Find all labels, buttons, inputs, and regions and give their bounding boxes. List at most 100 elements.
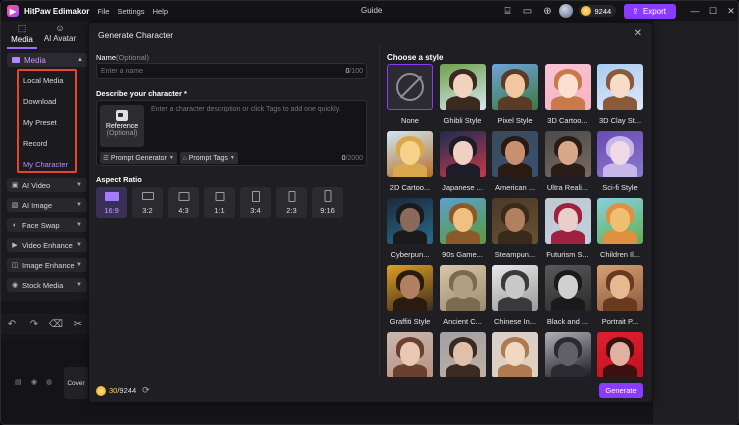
style-thumbnail xyxy=(597,64,643,110)
style-option[interactable] xyxy=(439,332,486,377)
sidebar-cat-video-enhance[interactable]: ▶ Video Enhance ▼ xyxy=(7,238,87,252)
user-avatar[interactable] xyxy=(559,4,574,18)
sidebar-item-record[interactable]: Record xyxy=(23,139,47,148)
generate-button[interactable]: Generate xyxy=(599,383,643,398)
style-option[interactable]: Chinese In... xyxy=(492,265,538,326)
cat-label: Video Enhance xyxy=(22,240,73,250)
tab-ai-avatar[interactable]: ☺ AI Avatar xyxy=(43,23,77,43)
ratio-2-3[interactable]: 2:3 xyxy=(276,187,307,218)
style-option[interactable] xyxy=(492,332,538,377)
close-window-icon[interactable]: ✕ xyxy=(722,6,738,17)
reference-upload-button[interactable]: Reference (Optional) xyxy=(100,105,144,147)
style-thumbnail xyxy=(544,265,591,311)
description-textarea[interactable]: Reference (Optional) Enter a character d… xyxy=(96,100,367,166)
sidebar-cat-ai-image[interactable]: ▧ AI Image ▼ xyxy=(7,198,87,212)
style-label: Ultra Reali... xyxy=(546,183,589,192)
style-option[interactable]: Graffiti Style xyxy=(387,265,433,326)
style-option[interactable]: American ... xyxy=(492,131,538,192)
redo-icon[interactable]: ↷ xyxy=(23,319,45,330)
style-option[interactable] xyxy=(544,332,591,377)
style-option[interactable]: Steampun... xyxy=(492,198,538,259)
sidebar-item-my-preset[interactable]: My Preset xyxy=(23,118,57,127)
style-option[interactable]: Pixel Style xyxy=(492,64,538,125)
style-label: 3D Clay St... xyxy=(598,116,642,125)
style-option[interactable]: Ghibli Style xyxy=(439,64,486,125)
style-option[interactable]: Ancient C... xyxy=(439,265,486,326)
feedback-icon[interactable]: ▭ xyxy=(519,3,535,19)
sidebar-cat-face-swap[interactable]: ◐ Face Swap ▼ xyxy=(7,218,87,232)
ratio-label: 16:9 xyxy=(104,206,119,215)
divider xyxy=(379,45,380,375)
style-option[interactable]: Japanese ... xyxy=(439,131,486,192)
style-option[interactable]: Portrait P... xyxy=(597,265,643,326)
track-visible-icon[interactable]: ◉ xyxy=(31,378,37,386)
sidebar-item-download[interactable]: Download xyxy=(23,97,56,106)
track-audio-icon[interactable]: ◍ xyxy=(46,378,52,386)
style-option[interactable]: Children Il... xyxy=(597,198,643,259)
cover-button[interactable]: Cover xyxy=(64,367,88,399)
prompt-tags-button[interactable]: ⌂ Prompt Tags ▼ xyxy=(179,152,238,164)
track-lock-icon[interactable]: ▤ xyxy=(15,378,22,386)
menu-settings[interactable]: Settings xyxy=(117,7,144,16)
menu-help[interactable]: Help xyxy=(153,7,168,16)
style-label: Portrait P... xyxy=(601,317,639,326)
maximize-icon[interactable]: ☐ xyxy=(704,6,722,17)
ratio-1-1[interactable]: 1:1 xyxy=(204,187,235,218)
sidebar-cat-stock-media[interactable]: ◉ Stock Media ▼ xyxy=(7,278,87,292)
style-option[interactable]: 3D Clay St... xyxy=(597,64,643,125)
prompt-generator-icon: ☰ xyxy=(103,155,109,162)
style-option[interactable]: Futurism S... xyxy=(544,198,591,259)
sidebar-item-my-character[interactable]: My Character xyxy=(23,160,68,169)
credits-count: 9244 xyxy=(594,6,612,16)
ratio-3-4[interactable]: 3:4 xyxy=(240,187,271,218)
thumbnail-body xyxy=(498,230,532,244)
refresh-icon[interactable]: ⟳ xyxy=(142,385,150,396)
style-option[interactable]: Sci-fi Style xyxy=(597,131,643,192)
menu-file[interactable]: File xyxy=(97,7,109,16)
ratio-4-3[interactable]: 4:3 xyxy=(168,187,199,218)
sidebar-cat-ai-video[interactable]: ▣ AI Video ▼ xyxy=(7,178,87,192)
export-button[interactable]: ⇪ Export xyxy=(624,3,676,19)
download-icon[interactable]: ⊕ xyxy=(539,3,555,19)
style-label: Steampun... xyxy=(494,250,536,259)
name-input[interactable]: Enter a name 0/100 xyxy=(96,63,367,79)
ratio-3-2[interactable]: 3:2 xyxy=(132,187,163,218)
guide-link[interactable]: Guide xyxy=(361,6,382,15)
prompt-tags-label: Prompt Tags xyxy=(188,154,228,162)
credits-badge[interactable]: 9244 xyxy=(579,5,617,17)
thumbnail-body xyxy=(603,230,637,244)
style-option[interactable] xyxy=(387,332,433,377)
style-option[interactable]: Cyberpun... xyxy=(387,198,433,259)
ratio-label: 9:16 xyxy=(320,206,335,215)
thumbnail-body xyxy=(550,96,585,110)
sidebar-media-label: Media xyxy=(24,55,46,65)
style-option[interactable]: None xyxy=(387,64,433,125)
style-thumbnail xyxy=(597,265,643,311)
sidebar-item-local-media[interactable]: Local Media xyxy=(23,76,63,85)
prompt-generator-button[interactable]: ☰ Prompt Generator ▼ xyxy=(100,152,177,164)
thumbnail-body xyxy=(445,96,480,110)
close-icon[interactable]: ✕ xyxy=(634,28,642,39)
style-option[interactable] xyxy=(597,332,643,377)
aspect-ratio-label: Aspect Ratio xyxy=(96,175,142,184)
ratio-shape-icon xyxy=(141,192,154,200)
thumbnail-face xyxy=(557,208,578,232)
split-icon[interactable]: ✂ xyxy=(67,319,89,330)
delete-icon[interactable]: ⌫ xyxy=(45,319,67,330)
style-option[interactable]: Ultra Reali... xyxy=(544,131,591,192)
style-option[interactable]: Black and ... xyxy=(544,265,591,326)
undo-icon[interactable]: ↶ xyxy=(1,319,23,330)
minimize-icon[interactable]: — xyxy=(686,6,704,16)
style-option[interactable]: 90s Game... xyxy=(439,198,486,259)
gift-icon[interactable]: ⌸ xyxy=(499,3,515,19)
style-option[interactable]: 2D Cartoo... xyxy=(387,131,433,192)
sidebar-media-header[interactable]: Media ▲ xyxy=(7,53,87,67)
style-option[interactable]: 3D Cartoo... xyxy=(544,64,591,125)
chevron-down-icon: ▼ xyxy=(76,242,82,248)
tab-media[interactable]: ⬚ Media xyxy=(7,23,37,49)
thumbnail-body xyxy=(445,230,480,244)
ratio-16-9[interactable]: 16:9 xyxy=(96,187,127,218)
sidebar-cat-image-enhance[interactable]: ◫ Image Enhance ▼ xyxy=(7,258,87,272)
ratio-9-16[interactable]: 9:16 xyxy=(312,187,343,218)
thumbnail-body xyxy=(603,96,637,110)
